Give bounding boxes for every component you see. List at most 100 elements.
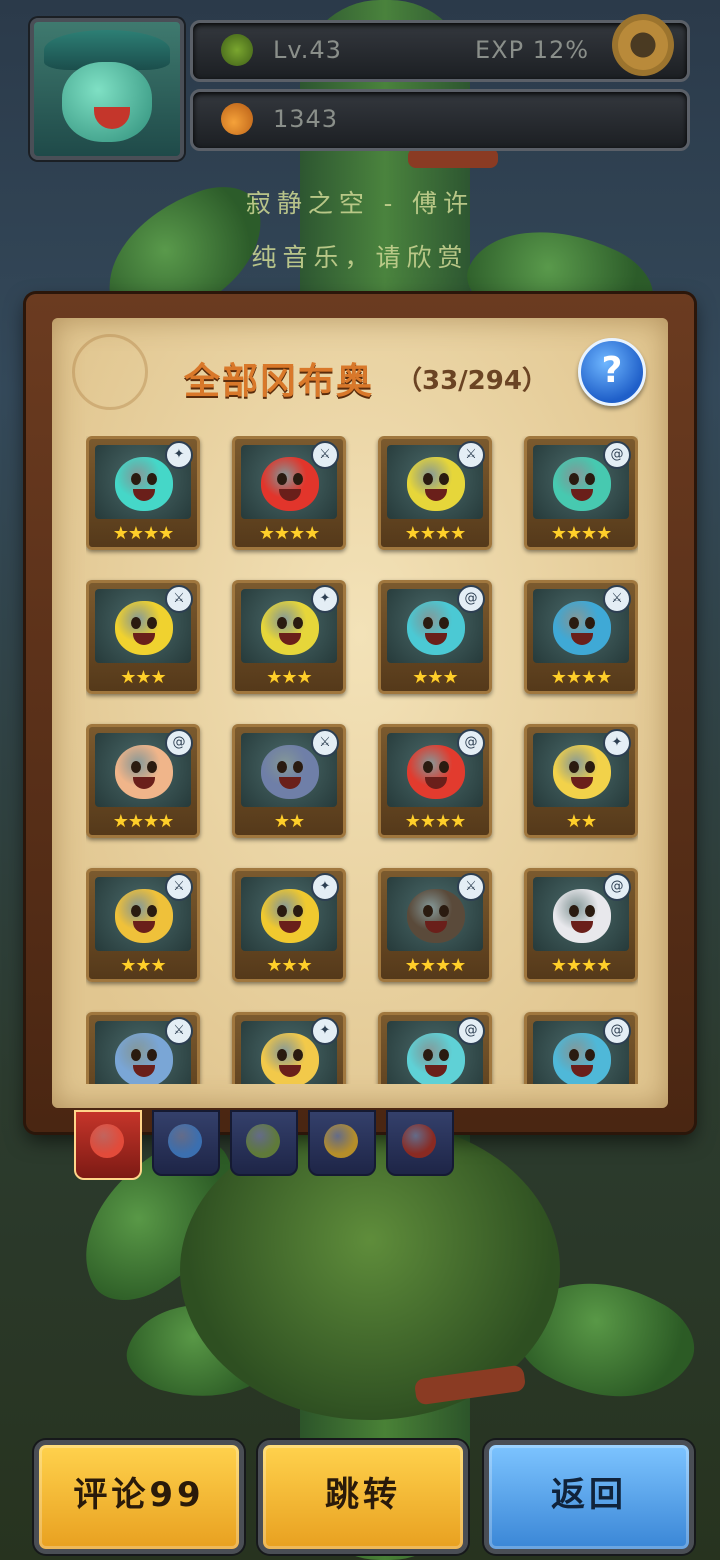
monster-eye (293, 1049, 303, 1061)
star-rating: ★★ (273, 811, 305, 832)
monster-card[interactable]: ⚔ ★★★ (86, 580, 200, 694)
monster-card[interactable]: ⚔ (86, 1012, 200, 1084)
jump-button[interactable]: 跳转 (258, 1440, 468, 1554)
sword-badge-icon: ⚔ (457, 873, 485, 901)
song-title: 寂静之空 - 傅许 (245, 189, 475, 218)
beanstalk-band (408, 148, 498, 168)
monster-card[interactable]: @ (524, 1012, 638, 1084)
star-rating: ★★★★ (550, 955, 613, 976)
monster-mouth (279, 777, 301, 789)
level-text: Lv.43 (273, 36, 342, 64)
star-rating: ★★★★ (550, 523, 613, 544)
monster-eye (423, 473, 433, 485)
swirl-badge-icon: @ (165, 729, 193, 757)
monster-card[interactable]: ✦ (232, 1012, 346, 1084)
tab-yellow[interactable] (308, 1110, 376, 1176)
tab-red[interactable] (386, 1110, 454, 1176)
monster-image (553, 457, 611, 511)
monster-mouth (133, 921, 155, 933)
monster-eye (147, 1049, 157, 1061)
tab-green[interactable] (230, 1110, 298, 1176)
monster-card[interactable]: ✦ ★★★ (232, 868, 346, 982)
currency-amount: 1343 (273, 105, 339, 133)
star-rating: ★★★★ (112, 811, 175, 832)
monster-eye (147, 905, 157, 917)
monster-eye (131, 761, 141, 773)
star-rating: ★★★ (266, 955, 312, 976)
monster-card[interactable]: ⚔ ★★★ (86, 868, 200, 982)
monster-card[interactable]: ⚔ ★★★★ (232, 436, 346, 550)
monster-card[interactable]: @ ★★★★ (524, 868, 638, 982)
collection-count: （33/294） (396, 366, 548, 396)
monster-image (261, 601, 319, 655)
monster-card[interactable]: ⚔ ★★ (232, 724, 346, 838)
monster-eye (277, 473, 287, 485)
monster-image (261, 745, 319, 799)
compass-badge-icon: ✦ (311, 873, 339, 901)
monster-image (553, 601, 611, 655)
green-category-icon (246, 1124, 280, 1158)
monster-card[interactable]: @ (378, 1012, 492, 1084)
monster-mouth (425, 777, 447, 789)
monster-mouth (133, 489, 155, 501)
monster-eye (147, 617, 157, 629)
monster-card[interactable]: @ ★★★★ (378, 724, 492, 838)
monster-card[interactable]: @ ★★★★ (86, 724, 200, 838)
tab-all[interactable] (74, 1110, 142, 1180)
settings-gear-icon[interactable] (612, 14, 674, 76)
monster-mouth (425, 633, 447, 645)
monster-mouth (571, 1065, 593, 1077)
monster-eye (569, 617, 579, 629)
exp-text: EXP 12% (475, 36, 590, 64)
swirl-badge-icon: @ (603, 441, 631, 469)
monster-mouth (425, 489, 447, 501)
monster-image (553, 745, 611, 799)
swirl-badge-icon: @ (603, 1017, 631, 1045)
monster-card[interactable]: ✦ ★★★ (232, 580, 346, 694)
sword-badge-icon: ⚔ (457, 441, 485, 469)
red-category-icon (402, 1124, 436, 1158)
monster-image (407, 889, 465, 943)
fruit-icon (221, 103, 253, 135)
back-button[interactable]: 返回 (484, 1440, 694, 1554)
avatar-face (62, 62, 152, 142)
monster-mouth (133, 1065, 155, 1077)
player-avatar[interactable] (30, 18, 184, 160)
star-rating: ★★ (565, 811, 597, 832)
monster-eye (277, 905, 287, 917)
monster-card[interactable]: ⚔ ★★★★ (378, 868, 492, 982)
monster-eye (293, 761, 303, 773)
monster-eye (585, 617, 595, 629)
monster-card[interactable]: ⚔ ★★★★ (378, 436, 492, 550)
monster-card[interactable]: ⚔ ★★★★ (524, 580, 638, 694)
monster-image (553, 889, 611, 943)
monster-mouth (133, 633, 155, 645)
sword-badge-icon: ⚔ (165, 873, 193, 901)
monster-card[interactable]: @ ★★★ (378, 580, 492, 694)
tab-blue[interactable] (152, 1110, 220, 1176)
monster-eye (439, 617, 449, 629)
monster-card[interactable]: ✦ ★★ (524, 724, 638, 838)
monster-eye (423, 905, 433, 917)
monster-eye (277, 617, 287, 629)
monster-mouth (571, 489, 593, 501)
monster-card[interactable]: @ ★★★★ (524, 436, 638, 550)
sword-badge-icon: ⚔ (165, 1017, 193, 1045)
monster-eye (585, 761, 595, 773)
swirl-badge-icon: @ (603, 873, 631, 901)
comment-button[interactable]: 评论99 (34, 1440, 244, 1554)
monster-image (261, 889, 319, 943)
help-button[interactable]: ? (578, 338, 646, 406)
monster-eye (569, 905, 579, 917)
monster-eye (585, 473, 595, 485)
monster-eye (277, 1049, 287, 1061)
monster-mouth (133, 777, 155, 789)
monster-eye (423, 761, 433, 773)
swirl-badge-icon: @ (457, 1017, 485, 1045)
swirl-badge-icon: @ (457, 729, 485, 757)
compass-badge-icon: ✦ (311, 585, 339, 613)
monster-image (407, 601, 465, 655)
yellow-category-icon (324, 1124, 358, 1158)
sword-badge-icon: ⚔ (311, 441, 339, 469)
monster-card[interactable]: ✦ ★★★★ (86, 436, 200, 550)
